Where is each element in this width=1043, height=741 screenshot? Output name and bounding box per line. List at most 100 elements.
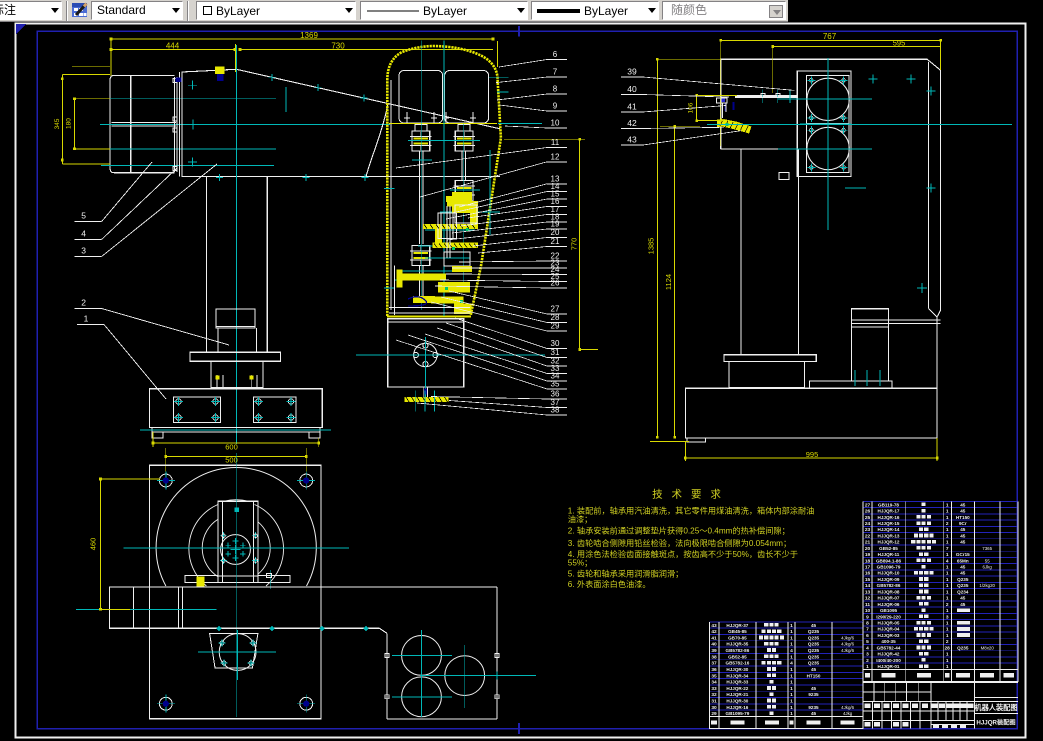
svg-text:6. 外表面涂白色油漆。: 6. 外表面涂白色油漆。	[568, 579, 651, 589]
svg-text:油漆；: 油漆；	[568, 514, 593, 524]
svg-text:1385: 1385	[647, 238, 656, 255]
svg-text:2: 2	[946, 521, 949, 527]
svg-text:HJJQR-37: HJJQR-37	[726, 623, 748, 628]
svg-text:25: 25	[865, 515, 871, 521]
svg-text:1: 1	[946, 589, 949, 595]
svg-text:4. 用涂色法检验齿面接触斑点，按齿高不少于50%，齿长不少: 4. 用涂色法检验齿面接触斑点，按齿高不少于50%，齿长不少于	[568, 549, 798, 559]
svg-text:45: 45	[811, 623, 817, 628]
svg-text:HJJQR-05: HJJQR-05	[878, 621, 900, 626]
svg-text:2. 轴承安装前通过调整垫片获得0.25～0.4mm的热补偿: 2. 轴承安装前通过调整垫片获得0.25～0.4mm的热补偿间隙；	[568, 526, 790, 536]
svg-text:24: 24	[865, 521, 871, 527]
svg-text:2: 2	[81, 298, 86, 308]
svg-text:45: 45	[811, 711, 817, 716]
svg-text:Q235: Q235	[808, 635, 820, 640]
svg-text:21: 21	[551, 237, 560, 246]
svg-text:1: 1	[946, 608, 949, 614]
svg-text:40: 40	[711, 642, 717, 648]
svg-text:GB5782-86: GB5782-86	[877, 583, 901, 588]
svg-text:4Jkg/6: 4Jkg/6	[841, 642, 854, 647]
svg-text:HJJQR-11: HJJQR-11	[878, 552, 900, 557]
svg-text:45: 45	[960, 502, 966, 507]
svg-text:38: 38	[711, 654, 717, 660]
svg-text:9: 9	[866, 614, 869, 620]
svg-text:HJJQR-16: HJJQR-16	[878, 515, 900, 520]
svg-text:GB119-78: GB119-78	[878, 502, 899, 507]
svg-text:20: 20	[551, 228, 560, 237]
svg-text:1: 1	[946, 527, 949, 533]
svg-text:I400/40-200: I400/40-200	[876, 658, 901, 663]
svg-text:GB894.1-86: GB894.1-86	[876, 558, 901, 563]
svg-text:9: 9	[553, 102, 558, 111]
svg-text:9Cr: 9Cr	[959, 521, 967, 526]
svg-text:1: 1	[946, 627, 949, 633]
svg-text:3: 3	[81, 246, 86, 256]
svg-text:GB1095: GB1095	[880, 608, 898, 613]
svg-text:26: 26	[551, 279, 560, 288]
svg-text:595: 595	[893, 38, 906, 47]
svg-text:1: 1	[790, 680, 793, 686]
svg-text:M8x20: M8x20	[981, 645, 995, 650]
svg-text:29: 29	[551, 322, 560, 331]
svg-text:1: 1	[790, 635, 793, 641]
svg-text:HJJQR-03: HJJQR-03	[878, 633, 900, 638]
svg-text:26: 26	[865, 509, 871, 515]
svg-text:I290/29-220: I290/29-220	[876, 614, 901, 619]
svg-text:机器人装配图: 机器人装配图	[974, 703, 1017, 712]
svg-text:HJJQR装配图: HJJQR装配图	[976, 718, 1015, 726]
svg-text:5: 5	[866, 639, 869, 645]
svg-text:180: 180	[65, 118, 72, 129]
svg-text:3. 齿轮啮合侧隙用铅丝检验，法向极限啮合侧隙为0.054m: 3. 齿轮啮合侧隙用铅丝检验，法向极限啮合侧隙为0.054mm；	[568, 538, 791, 548]
svg-text:3: 3	[866, 652, 869, 658]
svg-text:45: 45	[960, 571, 966, 576]
svg-text:1: 1	[790, 667, 793, 673]
svg-text:2: 2	[946, 602, 949, 608]
svg-text:11: 11	[551, 138, 560, 147]
svg-text:4Jkg/6: 4Jkg/6	[841, 648, 854, 653]
svg-text:Q234: Q234	[957, 589, 969, 594]
svg-text:45: 45	[960, 596, 966, 601]
svg-text:13: 13	[865, 589, 871, 595]
svg-text:770: 770	[570, 238, 579, 251]
svg-text:4Jkg/6: 4Jkg/6	[841, 705, 854, 710]
svg-text:4: 4	[790, 648, 793, 654]
svg-text:995: 995	[806, 450, 819, 459]
svg-text:Q235: Q235	[808, 648, 820, 653]
svg-text:1: 1	[790, 629, 793, 635]
svg-text:41: 41	[627, 102, 637, 112]
svg-text:HJJQR-10: HJJQR-10	[878, 571, 900, 576]
svg-text:9235: 9235	[808, 692, 819, 697]
svg-text:345: 345	[54, 118, 61, 129]
svg-text:HJJQR-22: HJJQR-22	[726, 686, 748, 691]
svg-text:HJJQR-09: HJJQR-09	[878, 577, 900, 582]
svg-text:15: 15	[865, 577, 871, 583]
svg-text:1: 1	[946, 652, 949, 658]
svg-text:38: 38	[551, 406, 560, 415]
svg-text:Q235: Q235	[808, 629, 820, 634]
svg-text:Q235: Q235	[957, 577, 969, 582]
svg-text:GB1096-79: GB1096-79	[877, 565, 901, 570]
svg-text:3: 3	[946, 614, 949, 620]
svg-text:10: 10	[865, 608, 871, 614]
svg-text:1: 1	[946, 596, 949, 602]
svg-text:7: 7	[553, 68, 558, 77]
svg-text:23: 23	[865, 527, 871, 533]
svg-text:30: 30	[711, 705, 717, 711]
svg-text:55%；: 55%；	[568, 559, 593, 568]
svg-text:1124: 1124	[664, 274, 673, 290]
svg-text:1: 1	[790, 642, 793, 648]
svg-text:11: 11	[865, 602, 870, 608]
svg-text:45: 45	[960, 533, 966, 538]
svg-text:33: 33	[711, 686, 717, 692]
svg-text:400-35: 400-35	[881, 639, 896, 644]
svg-text:GB1095-79: GB1095-79	[726, 711, 750, 716]
svg-text:1: 1	[946, 502, 949, 508]
svg-text:HJJQR-21: HJJQR-21	[726, 692, 748, 697]
svg-text:7: 7	[866, 627, 869, 633]
svg-text:HJJQR-01: HJJQR-01	[878, 664, 900, 669]
svg-text:1: 1	[946, 583, 949, 589]
svg-text:HJJQR-17: HJJQR-17	[878, 509, 900, 514]
svg-text:35: 35	[551, 380, 560, 389]
svg-text:HJJQR-08: HJJQR-08	[878, 589, 900, 594]
svg-text:1: 1	[790, 686, 793, 692]
svg-text:1369: 1369	[300, 31, 318, 40]
